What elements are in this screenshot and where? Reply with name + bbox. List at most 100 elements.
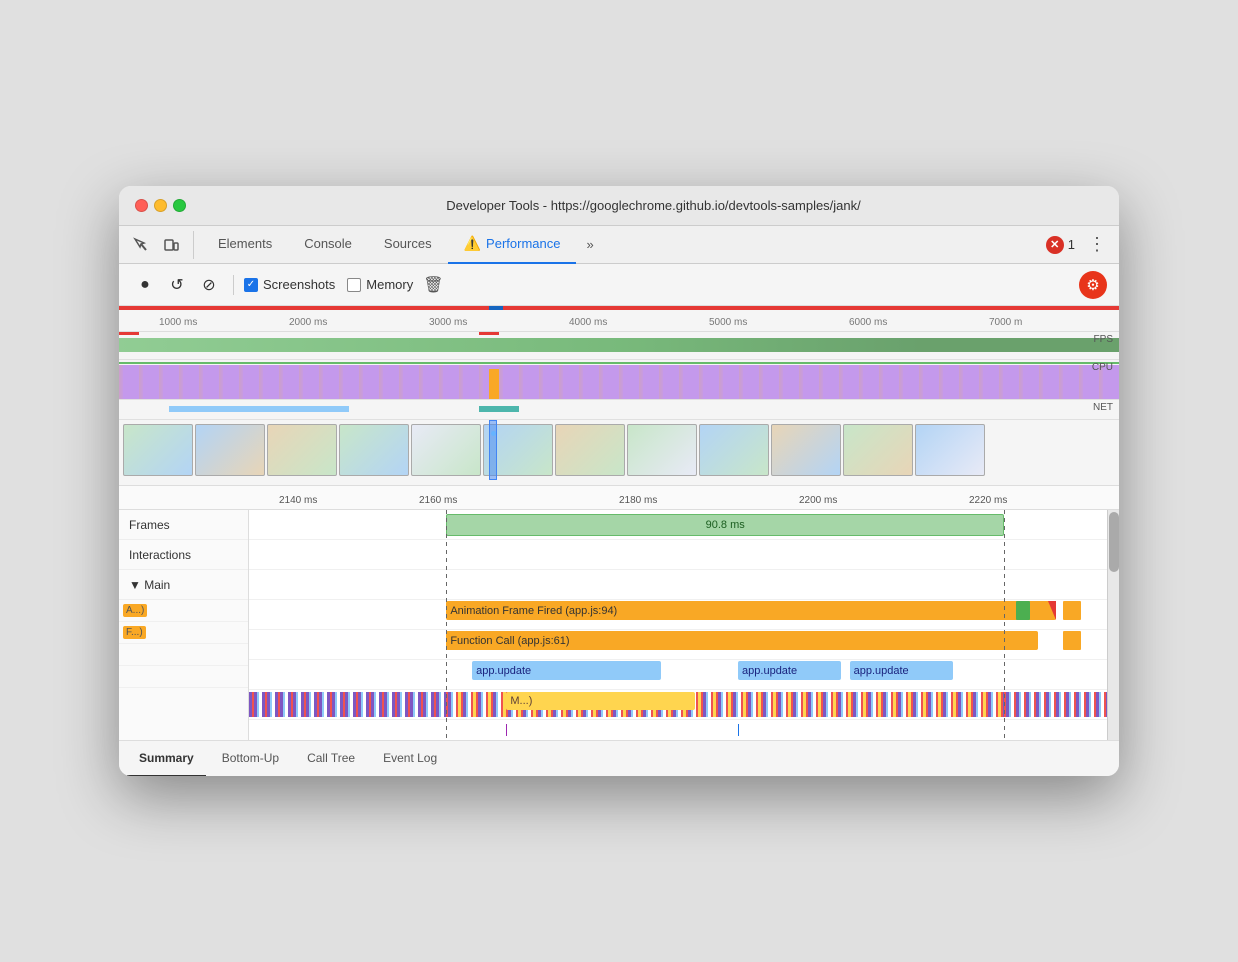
markers-row — [249, 720, 1107, 740]
screenshots-track — [119, 420, 1119, 480]
device-toggle-icon[interactable] — [157, 231, 185, 259]
inspect-icon[interactable] — [127, 231, 155, 259]
selection-line-right — [1004, 510, 1005, 740]
tab-console[interactable]: Console — [288, 226, 368, 264]
app-update-block-2[interactable]: app.update — [738, 661, 841, 680]
tab-performance[interactable]: ⚠️ Performance — [448, 226, 577, 264]
memory-label: Memory — [366, 277, 413, 292]
cpu-green-line — [119, 362, 1119, 364]
animation-frame-block[interactable]: Animation Frame Fired (app.js:94) — [446, 601, 1055, 620]
screenshots-label: Screenshots — [263, 277, 335, 292]
main-row-label-3 — [119, 644, 248, 666]
time-tick-1000: 1000 ms — [159, 317, 197, 328]
dense-bars: M...) — [249, 690, 1107, 719]
thumb-4 — [339, 424, 409, 476]
zoom-tick-2220: 2220 ms — [969, 495, 1007, 506]
tab-call-tree[interactable]: Call Tree — [295, 741, 367, 777]
app-update-text-3: app.update — [854, 665, 909, 677]
error-badge[interactable]: ✕ 1 — [1046, 236, 1075, 254]
net-label: NET — [1093, 402, 1113, 413]
fps-red-1 — [119, 332, 139, 335]
thumb-3 — [267, 424, 337, 476]
dense-right — [1004, 692, 1107, 717]
stop-button[interactable]: ⊘ — [195, 271, 223, 299]
tabs-container: Elements Console Sources ⚠️ Performance … — [202, 226, 1046, 264]
memory-checkbox-label[interactable]: Memory — [347, 277, 413, 292]
settings-button[interactable]: ⚙ — [1079, 271, 1107, 299]
zoom-tick-2140: 2140 ms — [279, 495, 317, 506]
minimize-button[interactable] — [154, 199, 167, 212]
interactions-label-row: Interactions — [119, 540, 248, 570]
timeline-scrollbar[interactable] — [1107, 510, 1119, 740]
function-call-text: Function Call (app.js:61) — [450, 635, 569, 647]
scrubber-dot — [491, 431, 496, 436]
net-track: NET — [119, 400, 1119, 420]
devtools-window: Developer Tools - https://googlechrome.g… — [119, 186, 1119, 776]
tab-elements[interactable]: Elements — [202, 226, 288, 264]
animation-frame-row[interactable]: Animation Frame Fired (app.js:94) — [249, 600, 1107, 630]
toolbar: ● ↺ ⊘ ✓ Screenshots Memory 🗑 ⚙ — [119, 264, 1119, 306]
screenshot-thumbs — [119, 420, 1119, 480]
main-label-row: ▼ Main — [119, 570, 248, 600]
fps-track: FPS — [119, 332, 1119, 360]
main-row-label-1: A...) — [119, 600, 248, 622]
marker-purple-1 — [506, 724, 507, 736]
thumb-11 — [843, 424, 913, 476]
cpu-label: CPU — [1092, 362, 1113, 373]
app-update-text-1: app.update — [476, 665, 531, 677]
toolbar-divider — [233, 275, 234, 295]
fps-bar — [119, 338, 1119, 352]
warning-icon: ⚠️ — [464, 235, 481, 252]
record-button[interactable]: ● — [131, 271, 159, 299]
tab-more[interactable]: » — [576, 226, 603, 264]
m-block[interactable]: M...) — [506, 692, 695, 710]
marker-blue-1 — [738, 724, 739, 736]
app-update-block-3[interactable]: app.update — [850, 661, 953, 680]
function-call-row[interactable]: Function Call (app.js:61) — [249, 630, 1107, 660]
app-update-block-1[interactable]: app.update — [472, 661, 661, 680]
maximize-button[interactable] — [173, 199, 186, 212]
animation-green-block — [1016, 601, 1030, 620]
m-block-text: M...) — [510, 695, 532, 707]
frames-label-row: Frames — [119, 510, 248, 540]
scrollbar-thumb[interactable] — [1109, 512, 1119, 572]
tab-summary[interactable]: Summary — [127, 741, 206, 777]
title-bar: Developer Tools - https://googlechrome.g… — [119, 186, 1119, 226]
thumb-12 — [915, 424, 985, 476]
time-tick-3000: 3000 ms — [429, 317, 467, 328]
net-bar-1 — [169, 406, 349, 412]
screenshots-checkbox-label[interactable]: ✓ Screenshots — [244, 277, 335, 292]
thumb-10 — [771, 424, 841, 476]
thumb-5 — [411, 424, 481, 476]
main-row-label-2: F...) — [119, 622, 248, 644]
more-options-button[interactable]: ⋮ — [1083, 231, 1111, 259]
traffic-lights — [135, 199, 186, 212]
tab-event-log[interactable]: Event Log — [371, 741, 449, 777]
clear-button[interactable]: 🗑 — [417, 271, 449, 299]
frames-block[interactable]: 90.8 ms — [446, 514, 1004, 536]
function-call-block[interactable]: Function Call (app.js:61) — [446, 631, 1038, 650]
time-tick-6000: 6000 ms — [849, 317, 887, 328]
timeline-tracks: 90.8 ms Animation Frame Fired (app.js:94… — [249, 510, 1107, 740]
selection-line-left — [446, 510, 447, 740]
main-header-track — [249, 570, 1107, 600]
animation-right-block — [1063, 601, 1081, 620]
tab-bottom-up[interactable]: Bottom-Up — [210, 741, 291, 777]
tab-sources[interactable]: Sources — [368, 226, 448, 264]
main-label: ▼ Main — [129, 578, 170, 592]
time-tick-7000: 7000 m — [989, 317, 1022, 328]
time-tick-5000: 5000 ms — [709, 317, 747, 328]
thumb-7 — [555, 424, 625, 476]
frames-track: 90.8 ms — [249, 510, 1107, 540]
close-button[interactable] — [135, 199, 148, 212]
memory-checkbox[interactable] — [347, 278, 361, 292]
screenshots-checkbox[interactable]: ✓ — [244, 278, 258, 292]
zoom-tick-2200: 2200 ms — [799, 495, 837, 506]
reload-button[interactable]: ↺ — [163, 271, 191, 299]
thumb-9 — [699, 424, 769, 476]
timeline-labels: Frames Interactions ▼ Main A...) F...) — [119, 510, 249, 740]
zoom-ruler: 2140 ms 2160 ms 2180 ms 2200 ms 2220 ms — [119, 486, 1119, 510]
overview-panel: 1000 ms 2000 ms 3000 ms 4000 ms 5000 ms … — [119, 306, 1119, 486]
timeline-selection — [489, 420, 497, 480]
app-update-row: app.update app.update app.update — [249, 660, 1107, 690]
